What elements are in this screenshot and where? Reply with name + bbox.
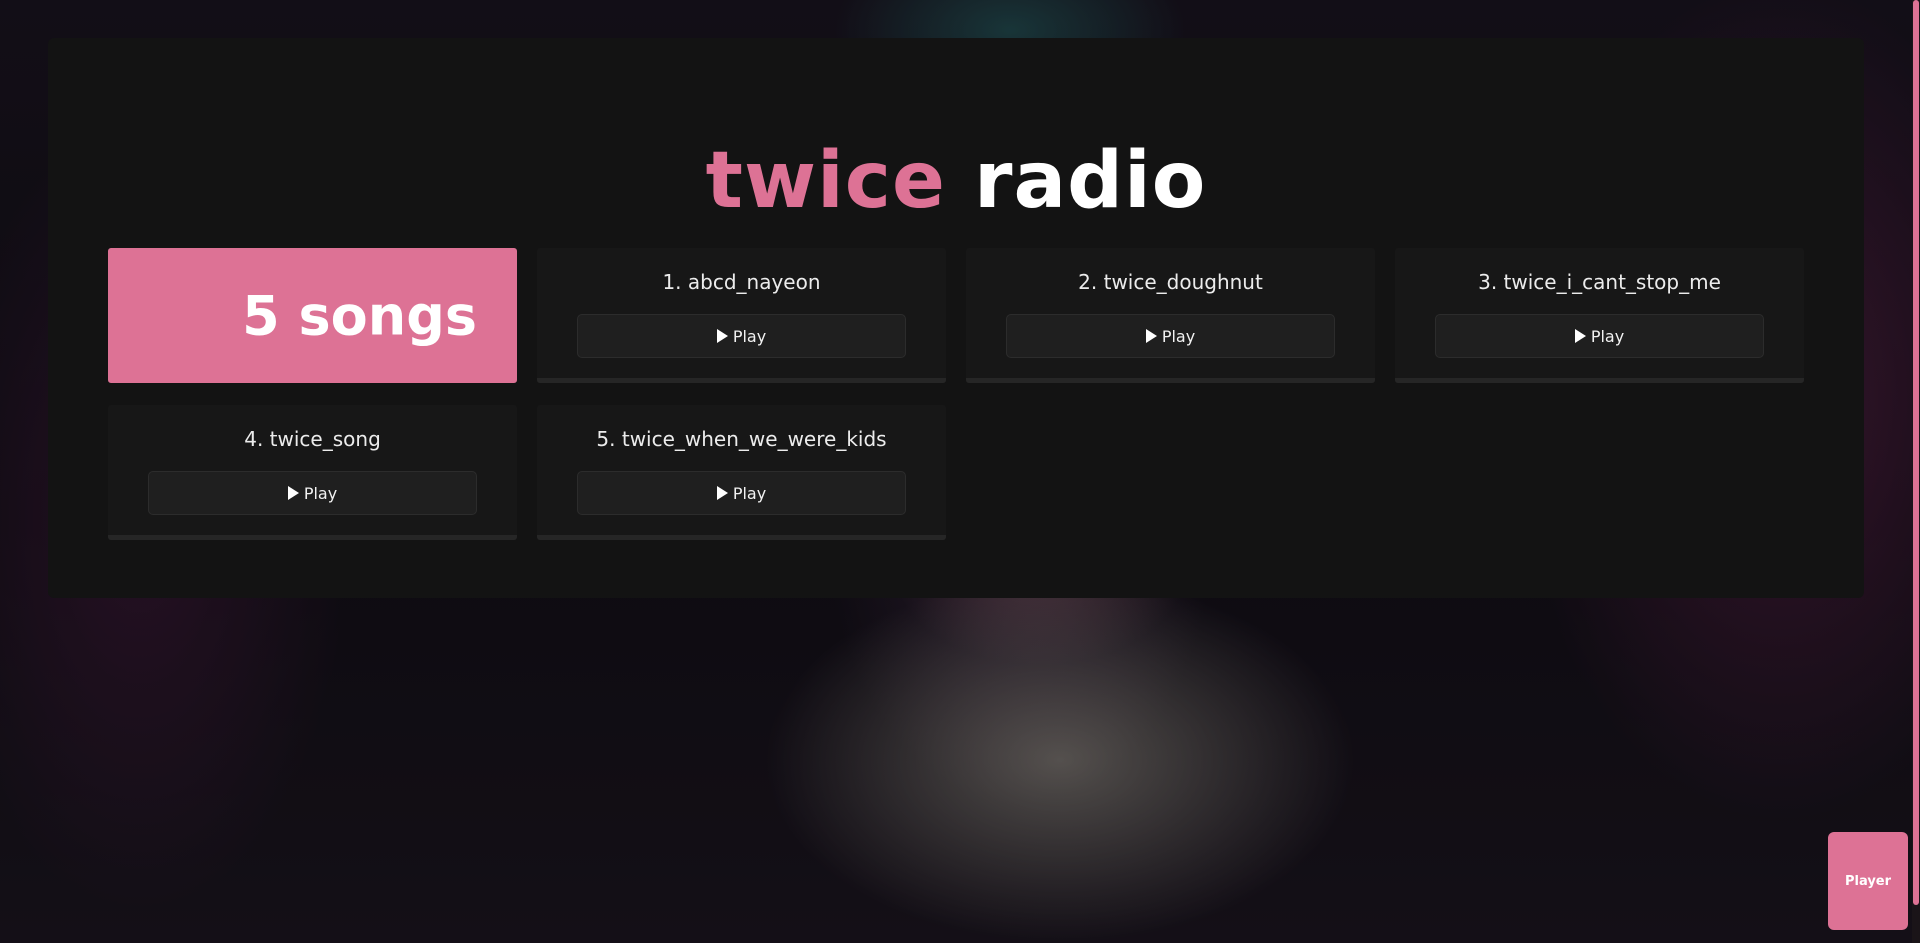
player-button[interactable]: Player bbox=[1828, 832, 1908, 930]
play-icon bbox=[287, 486, 299, 500]
song-title: 3. twice_i_cant_stop_me bbox=[1478, 270, 1721, 294]
play-button[interactable]: Play bbox=[577, 314, 906, 358]
song-grid: 5 songs 1. abcd_nayeon Play 2. twice_dou… bbox=[108, 248, 1804, 540]
play-button-label: Play bbox=[1161, 326, 1196, 346]
title-rest: radio bbox=[974, 136, 1207, 226]
play-icon bbox=[1145, 329, 1157, 343]
song-card: 2. twice_doughnut Play bbox=[966, 248, 1375, 383]
song-count-card: 5 songs bbox=[108, 248, 517, 383]
play-icon bbox=[716, 486, 728, 500]
song-title: 4. twice_song bbox=[244, 427, 381, 451]
play-button[interactable]: Play bbox=[148, 471, 477, 515]
title-accent: twice bbox=[705, 136, 946, 226]
scrollbar[interactable] bbox=[1912, 0, 1920, 943]
song-title: 5. twice_when_we_were_kids bbox=[596, 427, 887, 451]
play-button[interactable]: Play bbox=[1435, 314, 1764, 358]
song-card: 4. twice_song Play bbox=[108, 405, 517, 540]
play-button-label: Play bbox=[732, 326, 767, 346]
play-icon bbox=[1574, 329, 1586, 343]
play-button-label: Play bbox=[732, 483, 767, 503]
song-card: 3. twice_i_cant_stop_me Play bbox=[1395, 248, 1804, 383]
scrollbar-thumb[interactable] bbox=[1913, 0, 1919, 905]
song-count-label: 5 songs bbox=[242, 284, 477, 347]
main-panel: twice radio 5 songs 1. abcd_nayeon Play … bbox=[48, 38, 1864, 598]
page-title: twice radio bbox=[48, 142, 1864, 220]
song-card: 1. abcd_nayeon Play bbox=[537, 248, 946, 383]
play-button[interactable]: Play bbox=[1006, 314, 1335, 358]
play-button[interactable]: Play bbox=[577, 471, 906, 515]
song-card: 5. twice_when_we_were_kids Play bbox=[537, 405, 946, 540]
play-button-label: Play bbox=[1590, 326, 1625, 346]
play-button-label: Play bbox=[303, 483, 338, 503]
play-icon bbox=[716, 329, 728, 343]
song-title: 1. abcd_nayeon bbox=[662, 270, 821, 294]
song-title: 2. twice_doughnut bbox=[1078, 270, 1263, 294]
